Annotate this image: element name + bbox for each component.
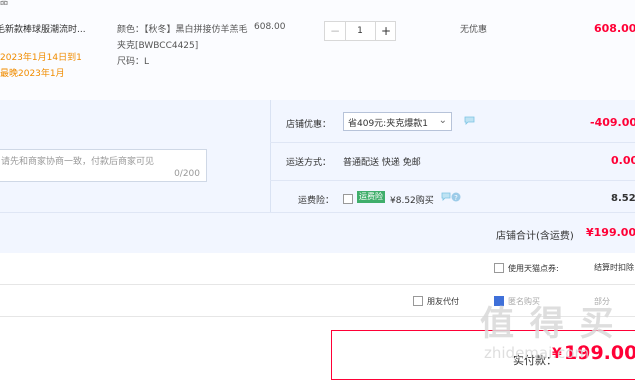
shipping-method[interactable]: 普通配送 快递 免邮 [343, 155, 421, 168]
header-fragment: 品 [0, 0, 8, 6]
promo-line-1: 2023年1月14日到1 [0, 53, 82, 63]
attr-color: 颜色：【秋冬】黑白拼接仿羊羔毛 [117, 25, 248, 35]
attr-color-2: 夹克[BWBCC4425] [117, 41, 199, 51]
help-icon[interactable]: ? [451, 192, 461, 205]
comment-icon[interactable] [464, 116, 475, 125]
shipping-amount: 0.00 [611, 154, 635, 167]
product-title[interactable]: 毛新款棒球服潮流时... [0, 22, 111, 35]
shop-discount-amount: -409.00 [590, 116, 635, 129]
item-subtotal: 608.00 [594, 22, 635, 35]
points-note: 结算时扣除 [594, 263, 634, 272]
divider [0, 284, 635, 285]
item-discount: 无优惠 [460, 25, 488, 35]
insurance-label: 运费险： [298, 196, 335, 206]
shop-discount-label: 店铺优惠： [286, 120, 332, 130]
attr-size: 尺码：L [117, 57, 150, 67]
unit-price: 608.00 [254, 22, 286, 32]
quantity-input[interactable]: 1 [346, 22, 374, 40]
product-row [0, 0, 635, 101]
comment-icon[interactable] [441, 192, 451, 204]
promo-line-2: 最晚2023年1月 [0, 69, 65, 79]
shop-total-amount: ¥199.00 [586, 226, 635, 239]
svg-text:?: ? [454, 194, 458, 202]
shipping-label: 运送方式： [286, 158, 332, 168]
friend-pay-label: 朋友代付 [427, 297, 459, 306]
friend-pay-checkbox[interactable] [413, 296, 423, 306]
shop-total-label: 店铺合计(含运费) [496, 231, 574, 242]
watermark-url: zhidemai.com [484, 344, 590, 362]
minus-button[interactable]: − [325, 22, 346, 40]
insurance-amount: 8.52 [611, 193, 635, 204]
insurance-checkbox[interactable] [343, 194, 353, 204]
row-divider [270, 142, 635, 143]
shop-discount-select[interactable]: 省409元:夹克爆款1 ⌄ [343, 112, 452, 131]
message-counter: 0/200 [174, 169, 200, 179]
message-textarea[interactable]: 请先和商家协商一致，付款后商家可见 0/200 [0, 149, 207, 182]
row-divider [270, 180, 635, 181]
plus-button[interactable]: + [375, 22, 396, 40]
watermark-logo: 值 得 买 [480, 304, 616, 344]
panel-divider [270, 100, 271, 212]
points-label: 使用天猫点券: [508, 264, 559, 273]
shop-discount-value: 省409元:夹克爆款1 [348, 119, 428, 129]
points-checkbox[interactable] [494, 263, 504, 273]
quantity-stepper: − 1 + [324, 21, 396, 41]
insurance-text: ¥8.52购买 [390, 196, 434, 206]
insurance-badge: 运费险 [357, 191, 385, 203]
message-placeholder: 请先和商家协商一致，付款后商家可见 [1, 157, 155, 167]
chevron-down-icon: ⌄ [438, 115, 447, 126]
